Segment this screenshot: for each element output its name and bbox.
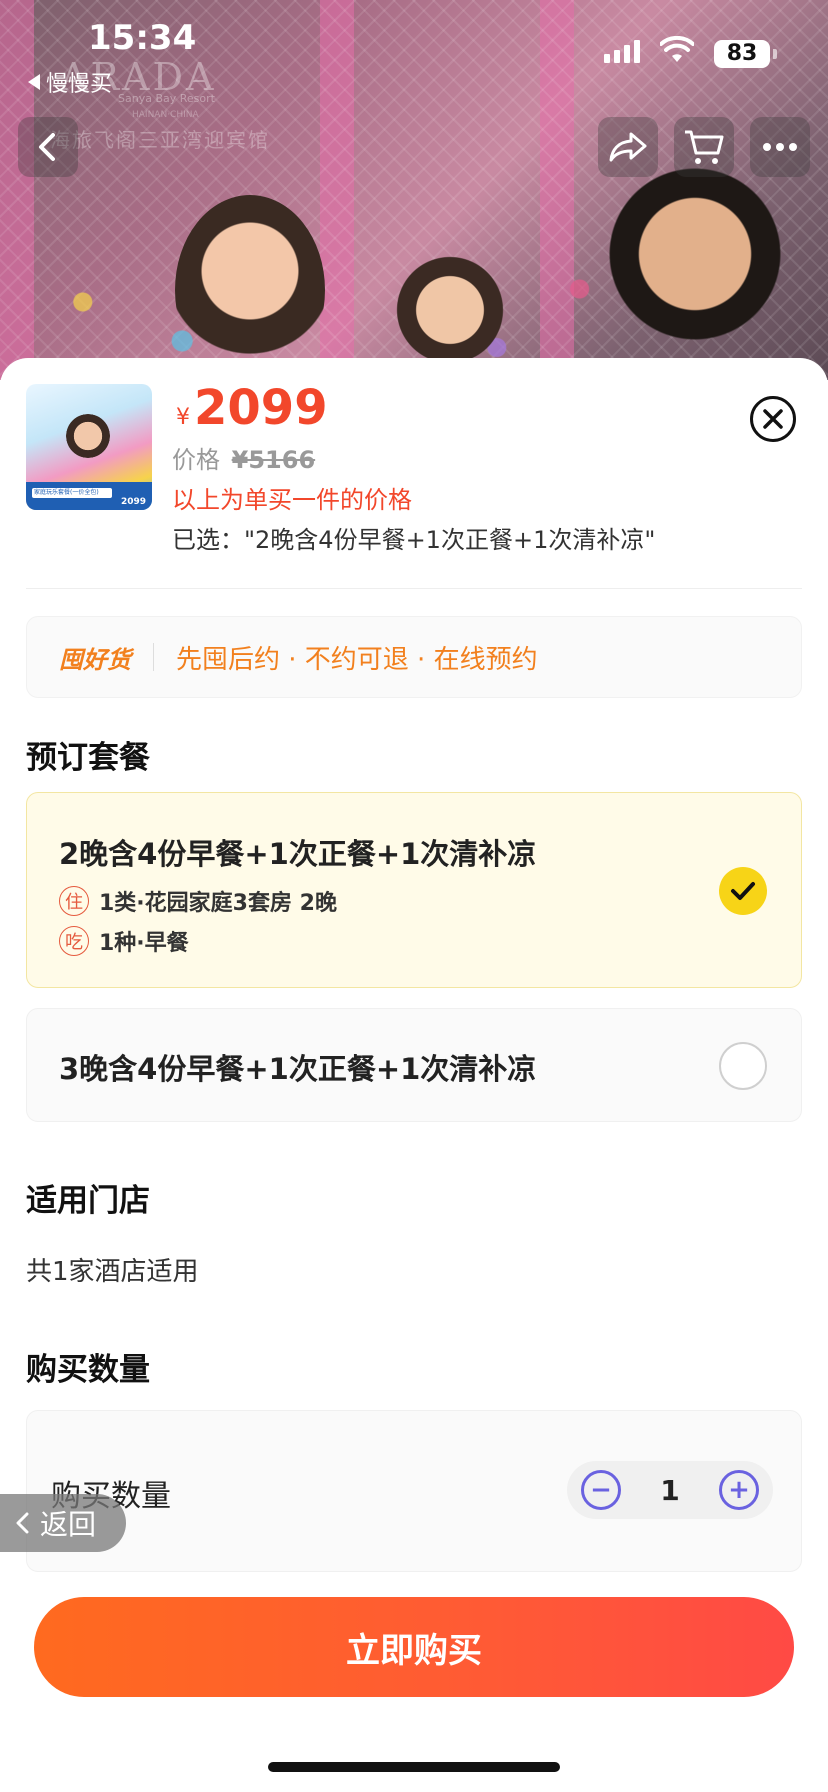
wifi-icon [660,36,694,62]
stay-tag: 住 [59,886,89,916]
currency-symbol: ¥ [176,405,190,430]
hero-watermark-sub: HAINAN·CHINA [132,110,199,120]
back-button[interactable] [18,117,78,177]
buy-now-button[interactable]: 立即购买 [34,1597,794,1697]
price: ¥ 2099 [176,380,328,436]
promo-brand: 囤好货 [59,645,131,674]
share-button[interactable] [598,117,658,177]
original-price-label: 价格 [172,446,220,474]
promo-separator [153,643,154,671]
battery-indicator: 83 [714,40,777,68]
package-title: 2晚含4份早餐+1次正餐+1次清补凉 [59,837,537,871]
quantity-row: 购买数量 − 1 + [26,1410,802,1572]
price-value: 2099 [194,380,328,436]
quantity-stepper: − 1 + [567,1461,773,1519]
photo-person [600,155,790,375]
promo-description: 先囤后约 · 不约可退 · 在线预约 [176,644,538,675]
floating-back-button[interactable]: 返回 [0,1494,126,1552]
price-note: 以上为单买一件的价格 [172,486,412,514]
cellular-signal-icon [604,40,640,63]
package-option-3-nights[interactable]: 3晚含4份早餐+1次正餐+1次清补凉 [26,1008,802,1122]
floating-back-label: 返回 [40,1508,97,1541]
food-text: 1种·早餐 [99,931,189,956]
food-tag: 吃 [59,926,89,956]
package-title: 3晚含4份早餐+1次正餐+1次清补凉 [59,1052,537,1086]
cart-button[interactable] [674,117,734,177]
selected-check-icon [719,867,767,915]
more-dots-icon [763,143,797,151]
packages-title: 预订套餐 [26,740,150,776]
promo-banner: 囤好货 先囤后约 · 不约可退 · 在线预约 [26,616,802,698]
share-icon [609,132,647,162]
thumb-photo [66,414,110,458]
back-app-label: 慢慢买 [46,72,113,97]
thumb-band-price: 2099 [120,497,146,507]
thumb-band-label: 家庭玩乐套餐(一价全包) [32,488,112,498]
photo-person [175,195,325,380]
back-to-app-link[interactable]: 慢慢买 [28,66,112,98]
stay-text: 1类·花园家庭3套房 2晚 [99,891,337,916]
package-stay-detail: 住 1类·花园家庭3套房 2晚 [59,885,337,917]
more-button[interactable] [750,117,810,177]
product-thumbnail: 家庭玩乐套餐(一价全包) 2099 [26,384,152,510]
original-price-value: ¥5166 [231,446,316,474]
quantity-title: 购买数量 [26,1352,150,1388]
cart-icon [685,130,724,164]
selected-option-text: 已选："2晚含4份早餐+1次正餐+1次清补凉" [172,526,656,554]
increase-button[interactable]: + [718,1470,759,1510]
decrease-button[interactable]: − [581,1470,621,1510]
chevron-left-icon [16,1512,29,1534]
hero-watermark-sub: Sanya Bay Resort [118,92,215,105]
close-button[interactable] [750,396,796,442]
hero-watermark-cn: 海旅飞阁三亚湾迎宾馆 [50,128,270,152]
close-icon [763,409,783,429]
chevron-left-icon [39,133,55,161]
home-indicator [268,1762,560,1772]
radio-unchecked-icon [719,1042,767,1090]
package-option-2-nights[interactable]: 2晚含4份早餐+1次正餐+1次清补凉 住 1类·花园家庭3套房 2晚 吃 1种·… [26,792,802,988]
package-food-detail: 吃 1种·早餐 [59,925,189,957]
original-price: 价格 ¥5166 [172,440,315,475]
status-time: 15:34 [88,18,197,58]
back-triangle-icon [28,74,40,90]
stores-title: 适用门店 [26,1183,150,1219]
stores-count: 共1家酒店适用 [26,1257,199,1287]
quantity-value: 1 [660,1473,680,1507]
divider [26,588,802,589]
sku-selector-sheet: 家庭玩乐套餐(一价全包) 2099 ¥ 2099 价格 ¥5166 以上为单买一… [0,358,828,1792]
